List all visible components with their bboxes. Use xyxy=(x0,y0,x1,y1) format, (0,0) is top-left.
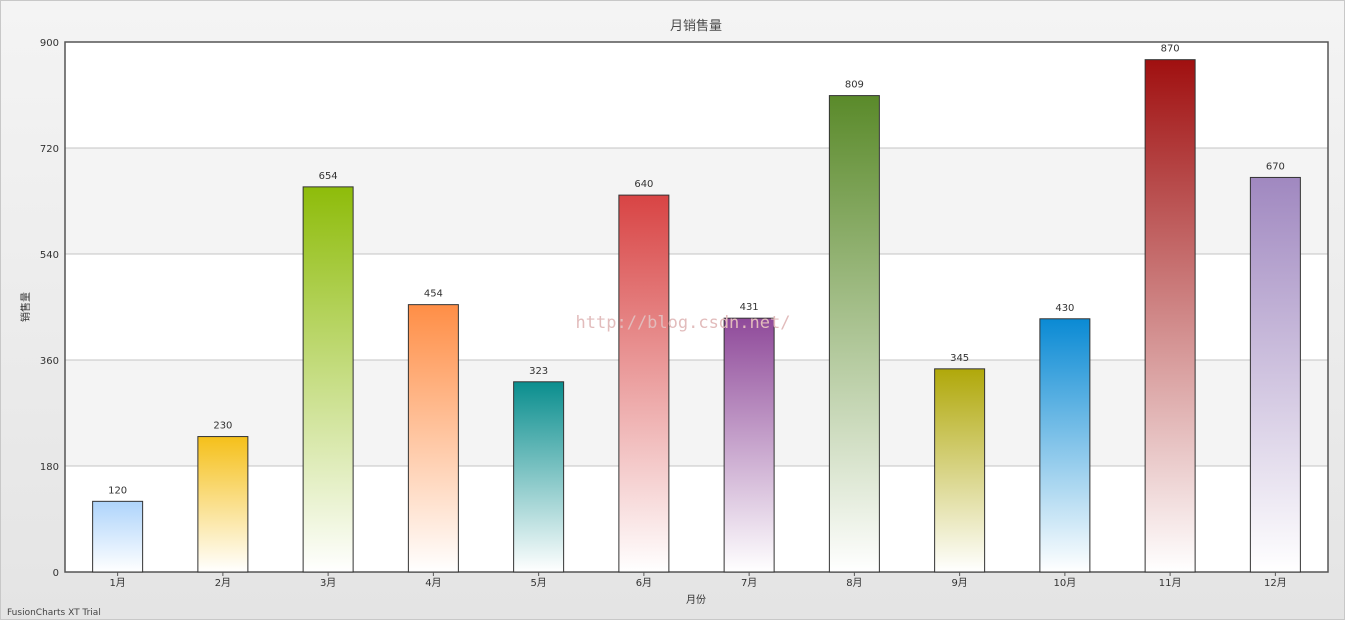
chart-title: 月销售量 xyxy=(670,18,722,34)
x-tick-label: 4月 xyxy=(425,577,441,589)
x-axis-ticks: 1月 2月 3月 4月 5月 6月 7月 8月 9月 10月 11月 12月 xyxy=(109,572,1287,589)
y-tick-label: 900 xyxy=(40,38,59,49)
x-axis-label: 月份 xyxy=(686,594,706,606)
bar-10 xyxy=(1039,318,1091,573)
trial-footer: FusionCharts XT Trial xyxy=(7,608,101,618)
bar-5 xyxy=(513,381,565,573)
value-label: 345 xyxy=(950,353,969,364)
y-tick-label: 180 xyxy=(40,462,59,473)
y-tick-label: 360 xyxy=(40,356,59,367)
value-label: 431 xyxy=(740,302,759,313)
x-tick-label: 6月 xyxy=(636,577,652,589)
value-label: 120 xyxy=(108,485,127,496)
chart-canvas: 月销售量 0 180 360 540 720 900 1月 2月 3月 4月 5月 6月 7月 8月 9月… xyxy=(7,18,1329,618)
chart-frame: 月销售量 0 180 360 540 720 900 1月 2月 3月 4月 5月 6月 7月 8月 9月… xyxy=(0,0,1345,620)
x-tick-label: 11月 xyxy=(1159,577,1182,589)
grid-band xyxy=(65,148,1328,254)
value-label: 430 xyxy=(1055,303,1074,314)
x-tick-label: 5月 xyxy=(530,577,546,589)
y-tick-label: 720 xyxy=(40,144,59,155)
value-label: 670 xyxy=(1266,161,1285,172)
x-tick-label: 12月 xyxy=(1264,577,1287,589)
x-tick-label: 3月 xyxy=(320,577,336,589)
x-tick-label: 9月 xyxy=(951,577,967,589)
x-tick-label: 2月 xyxy=(215,577,231,589)
bar-11 xyxy=(1144,59,1196,573)
value-label: 809 xyxy=(845,80,864,91)
value-label: 640 xyxy=(634,179,653,190)
plot-area xyxy=(65,42,1328,572)
bar-8 xyxy=(828,95,880,573)
bar-9 xyxy=(934,368,986,573)
value-label: 654 xyxy=(319,171,338,182)
x-tick-label: 10月 xyxy=(1054,577,1077,589)
x-tick-label: 7月 xyxy=(741,577,757,589)
bar-2 xyxy=(197,436,249,573)
bar-6 xyxy=(618,194,670,573)
plot-background xyxy=(65,42,1328,572)
y-axis-label: 销售量 xyxy=(19,292,32,322)
y-tick-label: 0 xyxy=(53,568,59,579)
value-label: 870 xyxy=(1161,44,1180,55)
bar-12 xyxy=(1249,176,1301,573)
bar-3 xyxy=(302,186,354,573)
value-label: 323 xyxy=(529,366,548,377)
bar-1 xyxy=(92,500,144,573)
x-tick-label: 8月 xyxy=(846,577,862,589)
y-axis-ticks: 0 180 360 540 720 900 xyxy=(40,38,59,579)
y-tick-label: 540 xyxy=(40,250,59,261)
watermark: http://blog.csdn.net/ xyxy=(576,313,791,333)
value-label: 454 xyxy=(424,289,443,300)
bar-7 xyxy=(723,317,775,573)
bar-4 xyxy=(407,304,459,573)
value-label: 230 xyxy=(213,421,232,432)
grid-band xyxy=(65,360,1328,466)
x-tick-label: 1月 xyxy=(109,577,125,589)
